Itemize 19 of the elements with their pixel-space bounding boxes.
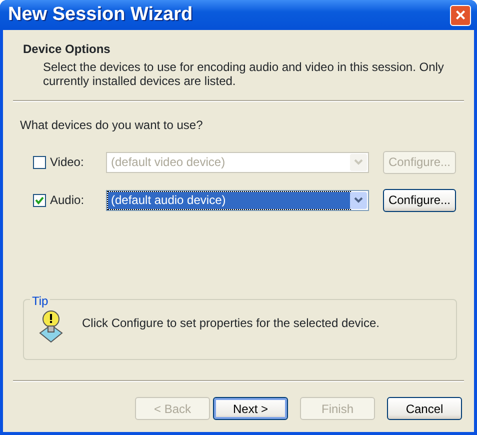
dropdown-value: (default audio device) — [108, 192, 350, 208]
device-dropdown[interactable]: (default video device) — [106, 152, 369, 172]
page-description: Select the devices to use for encoding audio and video in this session. Only currently installed devices are listed. — [42, 60, 445, 88]
close-button[interactable]: × — [450, 4, 471, 26]
wizard-button[interactable]: Next > — [213, 397, 288, 420]
configure-button[interactable]: Configure... — [383, 150, 456, 174]
checkbox[interactable] — [33, 194, 46, 206]
question-label: What devices do you want to use? — [19, 117, 204, 134]
lightbulb-icon — [38, 309, 64, 343]
checkbox[interactable] — [33, 156, 46, 168]
device-dropdown[interactable]: (default audio device) — [106, 190, 369, 210]
wizard-button[interactable]: Cancel — [387, 397, 462, 420]
device-label: Video: — [50, 154, 85, 171]
window-title: New Session Wizard — [8, 2, 193, 27]
configure-button[interactable]: Configure... — [383, 188, 456, 212]
dropdown-value: (default video device) — [110, 154, 226, 170]
page-title: Device Options — [23, 41, 112, 58]
tip-text: Click Configure to set properties for the selected device. — [82, 316, 380, 330]
device-label: Audio: — [50, 192, 86, 209]
